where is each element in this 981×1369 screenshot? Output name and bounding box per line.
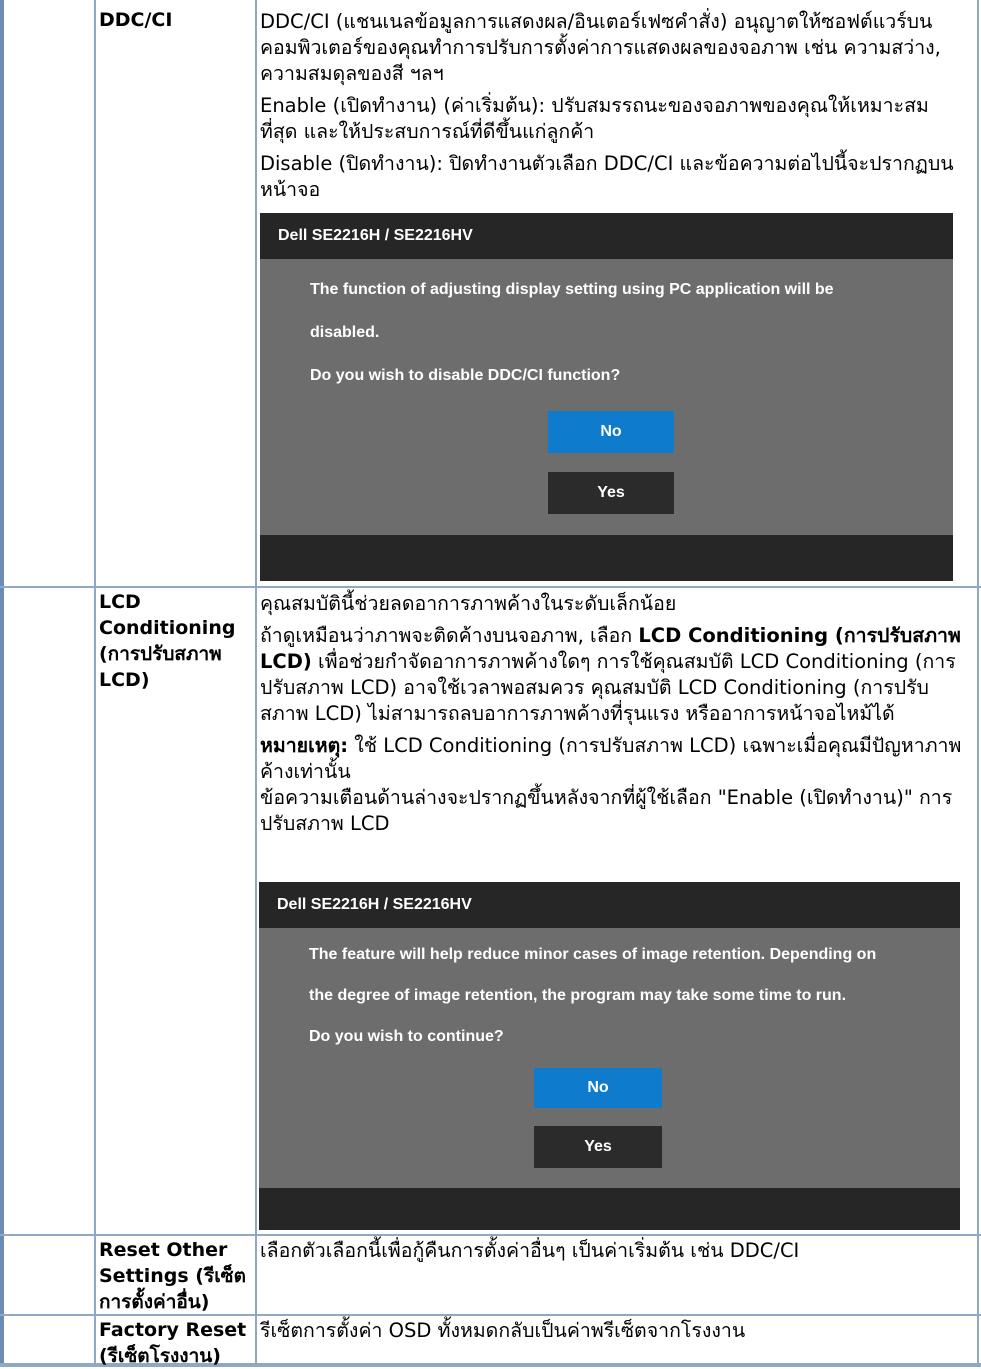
ddc-ci-disable-dialog: Dell SE2216H / SE2216HV The function of … — [260, 213, 953, 581]
row-label-lcd-conditioning: LCD Conditioning (การปรับสภาพ LCD) — [99, 589, 254, 693]
label-line: การตั้งค่าอื่น) — [99, 1291, 210, 1313]
row-label-ddc-ci: DDC/CI — [99, 9, 173, 31]
lcd-conditioning-description: คุณสมบัตินี้ช่วยลดอาการภาพค้างในระดับเล็… — [260, 591, 965, 837]
ddc-ci-enable-text: Enable (เปิดทำงาน) (ค่าเริ่มต้น): ปรับสม… — [260, 94, 929, 143]
row-label-factory-reset: Factory Reset (รีเซ็ตโรงงาน) — [99, 1317, 254, 1369]
column-divider-1 — [94, 0, 96, 1367]
label-line: (การปรับสภาพ — [99, 643, 222, 665]
dialog-message-line-1: The feature will help reduce minor cases… — [309, 946, 877, 963]
dialog-footer-bar — [259, 1188, 960, 1230]
row-divider-2 — [0, 1234, 981, 1236]
dialog-message-line-2: the degree of image retention, the progr… — [309, 987, 847, 1004]
dialog-title: Dell SE2216H / SE2216HV — [260, 213, 953, 259]
label-line: Settings (รีเซ็ต — [99, 1265, 246, 1287]
dialog-message-line-1: The function of adjusting display settin… — [310, 281, 834, 298]
note-heading: หมายเหตุ: — [260, 734, 349, 757]
label-line: (รีเซ็ตโรงงาน) — [99, 1345, 221, 1367]
factory-reset-description: รีเซ็ตการตั้งค่า OSD ทั้งหมดกลับเป็นค่าพ… — [260, 1319, 746, 1342]
column-divider-right — [977, 0, 979, 1367]
yes-button[interactable]: Yes — [534, 1126, 662, 1168]
label-line: Conditioning — [99, 617, 236, 639]
lcd-note: หมายเหตุ: ใช้ LCD Conditioning (การปรับส… — [260, 733, 965, 785]
yes-button[interactable]: Yes — [548, 472, 674, 514]
no-button[interactable]: No — [548, 411, 674, 453]
dialog-question: Do you wish to continue? — [309, 1028, 504, 1045]
note-text: ใช้ LCD Conditioning (การปรับสภาพ LCD) เ… — [260, 734, 962, 783]
label-line: LCD — [99, 591, 141, 613]
column-divider-2 — [255, 0, 257, 1367]
ddc-ci-intro: DDC/CI (แชนเนลข้อมูลการแสดงผล/อินเตอร์เฟ… — [260, 10, 941, 85]
dialog-title: Dell SE2216H / SE2216HV — [259, 882, 960, 928]
reset-other-settings-description: เลือกตัวเลือกนี้เพื่อกู้คืนการตั้งค่าอื่… — [260, 1239, 800, 1262]
lcd-usage-text-b: เพื่อช่วยกำจัดอาการภาพค้างใดๆ การใช้คุณส… — [260, 650, 956, 725]
label-line: LCD) — [99, 669, 150, 691]
lcd-usage-text: ถ้าดูเหมือนว่าภาพจะติดค้างบนจอภาพ, เลือก… — [260, 623, 965, 727]
dialog-message-line-2: disabled. — [310, 324, 380, 341]
no-button[interactable]: No — [534, 1068, 662, 1108]
ddc-ci-description: DDC/CI (แชนเนลข้อมูลการแสดงผล/อินเตอร์เฟ… — [260, 9, 965, 203]
dialog-question: Do you wish to disable DDC/CI function? — [310, 367, 621, 384]
lcd-conditioning-dialog: Dell SE2216H / SE2216HV The feature will… — [259, 882, 960, 1230]
lcd-intro: คุณสมบัตินี้ช่วยลดอาการภาพค้างในระดับเล็… — [260, 592, 677, 615]
dialog-footer-bar — [260, 535, 953, 581]
lcd-usage-text-a: ถ้าดูเหมือนว่าภาพจะติดค้างบนจอภาพ, เลือก — [260, 624, 639, 647]
row-divider-1 — [0, 586, 981, 588]
label-line: Reset Other — [99, 1239, 228, 1261]
label-line: Factory Reset — [99, 1319, 247, 1341]
ddc-ci-disable-text: Disable (ปิดทำงาน): ปิดทำงานตัวเลือก DDC… — [260, 152, 954, 201]
table-left-edge — [0, 0, 4, 1367]
settings-table: DDC/CI DDC/CI (แชนเนลข้อมูลการแสดงผล/อิน… — [0, 0, 981, 1367]
lcd-warning-intro: ข้อความเตือนด้านล่างจะปรากฏขึ้นหลังจากที… — [260, 786, 953, 835]
row-label-reset-other-settings: Reset Other Settings (รีเซ็ต การตั้งค่าอ… — [99, 1237, 254, 1315]
